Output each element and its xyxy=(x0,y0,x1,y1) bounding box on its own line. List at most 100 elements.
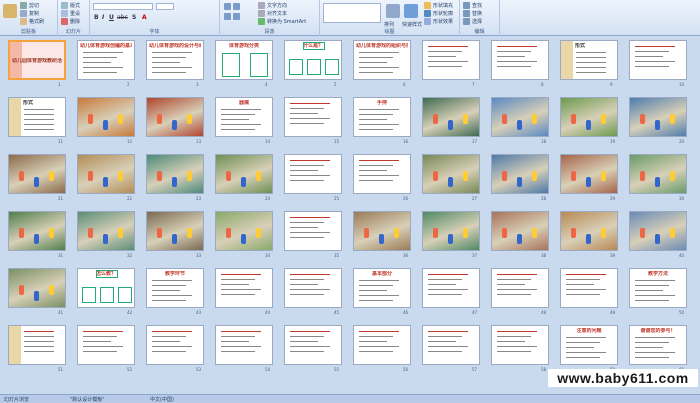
slide-thumbnail[interactable] xyxy=(491,211,549,251)
cut-button[interactable]: 剪切 xyxy=(20,2,39,9)
slide-text-line xyxy=(497,61,537,62)
slide-thumbnail[interactable] xyxy=(146,154,204,194)
slide-thumbnail[interactable] xyxy=(491,40,549,80)
slide-thumbnail[interactable] xyxy=(422,325,480,365)
quick-styles-button[interactable]: 快速样式 xyxy=(402,21,422,28)
select-button[interactable]: 选择 xyxy=(463,18,482,25)
paste-icon[interactable] xyxy=(3,4,17,18)
slide-thumbnail[interactable] xyxy=(491,97,549,137)
slide-thumbnail[interactable] xyxy=(629,40,687,80)
slide-thumbnail[interactable]: 怎么教？ xyxy=(77,268,135,308)
align-text-button[interactable]: 对齐文本 xyxy=(258,10,287,17)
copy-button[interactable]: 复制 xyxy=(20,10,39,17)
slide-thumbnail[interactable]: 什么是？ xyxy=(284,40,342,80)
slide-thumbnail[interactable] xyxy=(77,325,135,365)
align-center-icon[interactable] xyxy=(233,13,240,20)
effects-icon xyxy=(424,18,431,25)
slide-thumbnail[interactable] xyxy=(491,325,549,365)
slide-thumbnail[interactable] xyxy=(284,97,342,137)
shapes-gallery[interactable] xyxy=(323,3,381,23)
slide-thumbnail[interactable] xyxy=(284,211,342,251)
slide-thumbnail[interactable] xyxy=(629,211,687,251)
slide-thumbnail[interactable] xyxy=(491,268,549,308)
smartart-button[interactable]: 转换为 SmartArt xyxy=(258,18,306,25)
slide-thumbnail[interactable] xyxy=(146,211,204,251)
slide-thumbnail[interactable] xyxy=(8,325,66,365)
reset-button[interactable]: 重设 xyxy=(61,10,80,17)
slide-thumbnail[interactable] xyxy=(629,97,687,137)
slide-thumbnail[interactable] xyxy=(215,268,273,308)
slide-thumbnail[interactable] xyxy=(8,268,66,308)
replace-button[interactable]: 替换 xyxy=(463,10,482,17)
slide-thumbnail[interactable] xyxy=(491,154,549,194)
slide-thumbnail[interactable] xyxy=(8,154,66,194)
shape-effects-button[interactable]: 形状效果 xyxy=(424,18,453,25)
slide-thumbnail[interactable] xyxy=(77,97,135,137)
slide-thumbnail[interactable] xyxy=(146,97,204,137)
find-button[interactable]: 查找 xyxy=(463,2,482,9)
slide-thumbnail[interactable]: 教学环节 xyxy=(146,268,204,308)
layout-button[interactable]: 版式 xyxy=(61,2,80,9)
numbering-icon[interactable] xyxy=(233,3,240,10)
slide-thumbnail[interactable] xyxy=(422,97,480,137)
slide-thumbnail[interactable]: 幼儿体育游戏的设计与组织 xyxy=(146,40,204,80)
strikethrough-button[interactable]: abc xyxy=(117,14,128,21)
arrange-button[interactable]: 排列 xyxy=(384,21,394,28)
slide-thumbnail[interactable]: 幼儿体育游戏创编的基本原则 xyxy=(77,40,135,80)
slide-thumbnail[interactable]: 教学方法 xyxy=(629,268,687,308)
text-direction-button[interactable]: 文字方向 xyxy=(258,2,287,9)
slide-thumbnail[interactable] xyxy=(8,211,66,251)
slide-thumbnail[interactable] xyxy=(284,325,342,365)
format-painter-button[interactable]: 格式刷 xyxy=(20,18,44,25)
slide-thumbnail[interactable] xyxy=(215,325,273,365)
bold-button[interactable]: B xyxy=(94,14,99,21)
slide-thumbnail[interactable]: 体育游戏分类 xyxy=(215,40,273,80)
slide-thumbnail[interactable] xyxy=(560,97,618,137)
slide-thumbnail[interactable] xyxy=(353,154,411,194)
slide-thumbnail[interactable] xyxy=(284,268,342,308)
slide-thumbnail[interactable] xyxy=(422,40,480,80)
slide-thumbnail[interactable] xyxy=(629,154,687,194)
delete-button[interactable]: 删除 xyxy=(61,18,80,25)
slide-text-line xyxy=(359,160,399,161)
align-left-icon[interactable] xyxy=(224,13,231,20)
slide-thumbnail[interactable] xyxy=(284,154,342,194)
slide-thumbnail[interactable]: 形式 xyxy=(560,40,618,80)
slide-thumbnail[interactable]: 幼儿体育游戏的组织与指导 xyxy=(353,40,411,80)
slide-thumbnail[interactable] xyxy=(422,211,480,251)
italic-button[interactable]: I xyxy=(102,14,104,21)
slide-thumbnail[interactable] xyxy=(215,154,273,194)
slide-thumbnail[interactable] xyxy=(146,325,204,365)
font-name-box[interactable] xyxy=(93,3,153,10)
slide-thumbnail[interactable] xyxy=(422,154,480,194)
bullets-icon[interactable] xyxy=(224,3,231,10)
slide-thumbnail[interactable]: 器械 xyxy=(215,97,273,137)
slide-thumbnail[interactable]: 手持 xyxy=(353,97,411,137)
slide-thumbnail[interactable]: 幼儿园体育游戏教研活动 xyxy=(8,40,66,80)
shape-outline-button[interactable]: 形状轮廓 xyxy=(424,10,453,17)
slide-thumbnail[interactable] xyxy=(422,268,480,308)
font-size-box[interactable] xyxy=(156,3,174,10)
slide-photo xyxy=(492,212,548,250)
slide-thumbnail[interactable] xyxy=(215,211,273,251)
slide-thumbnail[interactable]: 形式 xyxy=(8,97,66,137)
font-color-button[interactable]: A xyxy=(142,14,147,21)
slide-thumbnail[interactable]: 基本部分 xyxy=(353,268,411,308)
shape-fill-button[interactable]: 形状填充 xyxy=(424,2,453,9)
slide-thumbnail[interactable] xyxy=(77,154,135,194)
view-mode-label: 幻灯片浏览 xyxy=(4,397,30,403)
photo-figure xyxy=(448,234,453,244)
slide-thumbnail[interactable] xyxy=(560,211,618,251)
slide-thumbnail[interactable]: 谢谢您的参与！ xyxy=(629,325,687,365)
slide-thumbnail[interactable] xyxy=(353,211,411,251)
slide-thumbnail[interactable] xyxy=(560,268,618,308)
slide-thumbnail[interactable] xyxy=(353,325,411,365)
slide-thumbnail[interactable]: 注意的问题 xyxy=(560,325,618,365)
slide-thumbnail[interactable] xyxy=(77,211,135,251)
slide-text-line xyxy=(359,351,393,352)
shadow-button[interactable]: S xyxy=(132,14,136,21)
arrange-icon[interactable] xyxy=(386,4,400,18)
slide-thumbnail[interactable] xyxy=(560,154,618,194)
quick-styles-icon[interactable] xyxy=(404,4,418,18)
underline-button[interactable]: U xyxy=(109,14,114,21)
